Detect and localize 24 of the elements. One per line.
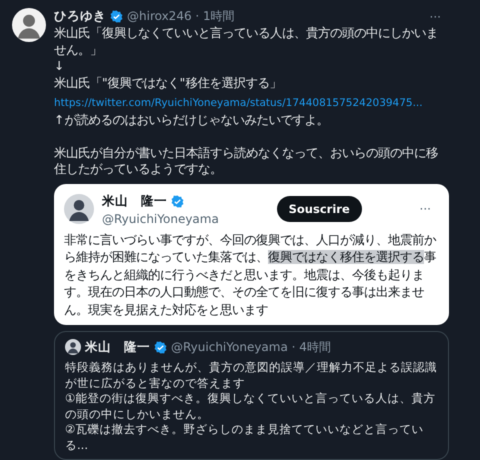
post-text: ①能登の街は復興すべき。復興しなくていいと言っている人は、貴方の頭の中にしかいません。 <box>65 391 436 422</box>
author-name[interactable]: ひろゆき <box>54 8 106 26</box>
subscribe-button[interactable]: Souscrire <box>276 196 362 222</box>
author-handle[interactable]: @hirox246 · 1時間 <box>127 8 235 26</box>
quoted-post-card[interactable]: 米山 隆一 @RyuichiYoneyama · 4時間 特段義務はありませんが、貴方の意図的誤導／理解力不足よる誤認識が世に広がると害なので答えます ①能登の街は復興すべき。復興しなくていいと言っている人は、貴方の頭の中にしかいません。 ②瓦礫は撤去すべき。野ざらしのまま見捨てていいなどと言っている... <box>54 331 449 460</box>
tweet-text: 米山氏「復興しなくていいと言っている人は、貴方の頭の中にしかいません。」 <box>54 25 439 58</box>
embedded-post-card[interactable]: 米山 隆一 @RyuichiYoneyama Souscrire ··· 非常に言いづらい事ですが、今回の復興では、人口が減り、地震前から維持が困難になっていた集落では、復興ではなく移住を選択する事をきちんと組織的に行うべきだと思います。地震は、今後も起ります。現在の日本の人口動態で、その全てを旧に復する事は出来ません。現実を見据えた対応をと思います <box>54 184 449 325</box>
post-text: ②瓦礫は撤去すべき。野ざらしのまま見捨てていいなどと言っている... <box>65 422 424 453</box>
tweet-text: 米山氏が自分が書いた日本語すら読めなくなって、おいらの頭の中に移住したがっているようですな。 <box>54 144 439 178</box>
more-button[interactable]: ··· <box>420 202 439 216</box>
tweet-text: ↓ <box>54 58 66 75</box>
post-text: 非常に言いづらい事ですが、今回の復興では、人口が減り、地震前から維持が困難になっていた集落では、復興ではなく移住を選択する事をきちんと組織的に行うべきだと思います。地震は、今後も起ります。現在の日本の人口動態で、その全てを旧に復する事は出来ません。現実を見据えた対応をと思います <box>64 232 438 318</box>
tweet-link[interactable]: https://twitter.com/RyuichiYoneyama/status/1744081575242039475... <box>54 97 423 110</box>
tweet-text: ↑が読めるのはおいらだけじゃないみたいですよ。 <box>54 112 330 128</box>
author-handle[interactable]: @RyuichiYoneyama <box>102 212 219 226</box>
avatar[interactable] <box>65 339 81 355</box>
author-name[interactable]: 米山 隆一 <box>85 338 150 356</box>
author-name[interactable]: 米山 隆一 <box>102 192 167 210</box>
avatar[interactable] <box>64 194 94 224</box>
post-text: 特段義務はありませんが、貴方の意図的誤導／理解力不足よる誤認識が世に広がると害なので答えます <box>65 360 438 391</box>
avatar[interactable] <box>12 8 46 42</box>
more-button[interactable]: ··· <box>430 10 449 24</box>
author-handle[interactable]: @RyuichiYoneyama · 4時間 <box>171 338 331 356</box>
tweet-text: 米山氏「"復興ではなく"移住を選択する」 <box>54 74 282 92</box>
